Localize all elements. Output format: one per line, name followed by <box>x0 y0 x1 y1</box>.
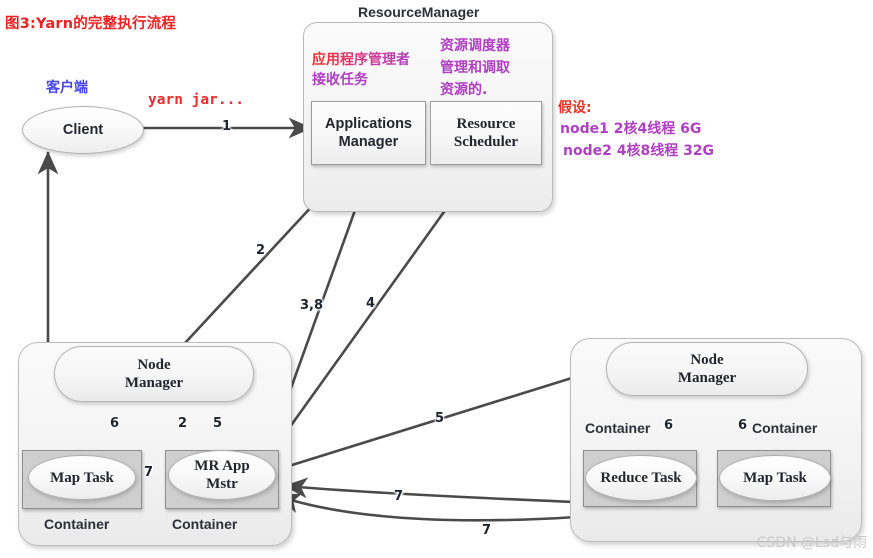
reduce-task[interactable]: Reduce Task <box>585 455 697 501</box>
node-left-manager-label: Node Manager <box>125 356 183 392</box>
mr-app-mstr-line1: MR App <box>194 458 250 474</box>
diagram-canvas: 图3:Yarn的完整执行流程 客户端 Client yarn jar... Re… <box>0 0 873 558</box>
step-label-2-left: 2 <box>178 416 188 431</box>
csdn-watermark: CSDN @Lsd与雨 <box>756 535 867 551</box>
applications-manager-line1: Applications <box>324 116 412 132</box>
yarn-command-label: yarn jar... <box>148 92 245 108</box>
node-right-container-1-caption: Container <box>585 420 651 436</box>
applications-manager-box[interactable]: Applications Manager <box>311 101 426 165</box>
node-left-manager-line1: Node <box>137 357 171 373</box>
map-task-left-label: Map Task <box>50 469 114 486</box>
step-label-2-rm: 2 <box>256 243 266 258</box>
applications-manager-line2: Manager <box>338 134 399 150</box>
client-label: Client <box>62 122 104 138</box>
applications-manager-label: Applications Manager <box>325 115 412 151</box>
node-right-manager-line2: Manager <box>677 370 737 386</box>
mr-app-mstr-label: MR App Mstr <box>194 457 249 493</box>
step-label-5-right: 5 <box>435 411 445 426</box>
mr-app-mstr-line2: Mstr <box>206 476 238 492</box>
node-left-manager-line2: Manager <box>124 375 184 391</box>
resource-scheduler-box[interactable]: Resource Scheduler <box>430 101 542 165</box>
node-right-manager-label: Node Manager <box>678 351 736 387</box>
step-label-6-left: 6 <box>110 416 120 431</box>
assumption-line-2: node2 4核8线程 32G <box>563 143 715 159</box>
figure-title: 图3:Yarn的完整执行流程 <box>5 16 177 32</box>
step-label-7-lower: 7 <box>482 523 492 538</box>
mr-app-mstr[interactable]: MR App Mstr <box>168 450 276 500</box>
map-task-left[interactable]: Map Task <box>28 455 136 500</box>
step-label-7-left: 7 <box>144 465 154 480</box>
rm-annotation-scheduler-line2: 管理和调取 <box>440 60 510 76</box>
node-right-container-2-caption: Container <box>752 420 818 436</box>
assumption-line-1: node1 2核4线程 6G <box>560 121 702 137</box>
step-label-4: 4 <box>366 296 376 311</box>
client-node[interactable]: Client <box>22 106 144 154</box>
step-label-5-left: 5 <box>213 416 223 431</box>
node-left-container-2-caption: Container <box>172 516 238 532</box>
resource-scheduler-line1: Resource <box>456 116 516 132</box>
step-label-6-right-a: 6 <box>664 418 674 433</box>
step-label-3-8: 3,8 <box>300 298 324 313</box>
node-left-manager[interactable]: Node Manager <box>54 346 254 402</box>
client-cn-label: 客户端 <box>46 80 88 96</box>
rm-annotation-scheduler-line1: 资源调度器 <box>440 38 510 54</box>
step-label-7-upper: 7 <box>394 489 404 504</box>
resource-scheduler-label: Resource Scheduler <box>454 115 518 151</box>
node-right-manager-line1: Node <box>690 352 724 368</box>
assumption-heading: 假设: <box>558 100 592 116</box>
resourcemanager-caption: ResourceManager <box>358 4 480 20</box>
rm-annotation-scheduler-line3: 资源的. <box>440 82 488 98</box>
rm-annotation-appmanager-line2: 接收任务 <box>312 72 368 88</box>
node-left-container-1-caption: Container <box>44 516 110 532</box>
map-task-right-label: Map Task <box>743 470 807 486</box>
map-task-right[interactable]: Map Task <box>719 455 831 501</box>
reduce-task-label: Reduce Task <box>600 470 682 486</box>
rm-annotation-appmanager-line1: 应用程序管理者 <box>312 52 410 68</box>
step-label-6-right-b: 6 <box>738 418 748 433</box>
node-right-manager[interactable]: Node Manager <box>606 342 808 396</box>
step-label-1: 1 <box>222 119 232 134</box>
resource-scheduler-line2: Scheduler <box>453 134 519 150</box>
